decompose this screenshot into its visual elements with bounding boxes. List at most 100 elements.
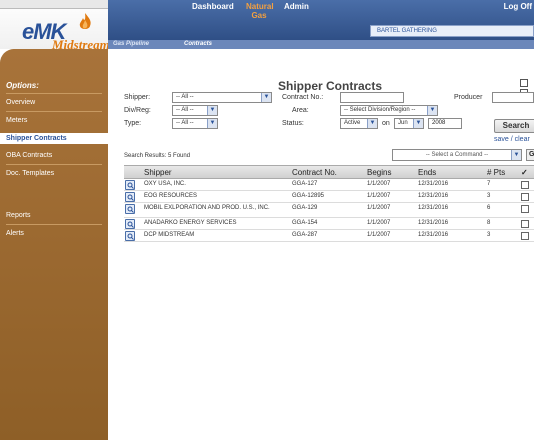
month-select-value: Jun <box>398 120 408 126</box>
divreg-select[interactable]: -- All -- ▼ <box>172 105 218 116</box>
producer-input[interactable] <box>492 92 534 103</box>
chevron-down-icon: ▼ <box>413 119 423 128</box>
sidebar-divider <box>6 224 102 225</box>
magnifier-icon[interactable] <box>125 204 135 214</box>
area-select[interactable]: -- Select Division/Region -- ▼ <box>340 105 438 116</box>
sidebar-title: Options: <box>6 81 39 90</box>
row-checkbox[interactable] <box>521 232 529 240</box>
contract-no-input[interactable] <box>340 92 404 103</box>
sidebar-item-oba-contracts[interactable]: OBA Contracts <box>6 152 52 159</box>
cell-pts: 7 <box>487 181 491 187</box>
cell-begins: 1/1/2007 <box>367 193 391 199</box>
save-clear-link[interactable]: save / clear <box>494 136 530 143</box>
table-row: MOBIL EXLPORATION AND PROD. U.S., INC. G… <box>124 203 534 218</box>
sidebar-divider <box>6 111 102 112</box>
chevron-down-icon: ▼ <box>511 150 521 160</box>
year-input-value: 2008 <box>432 120 446 126</box>
page-title: Shipper Contracts <box>278 79 383 93</box>
active-indicator-arrow <box>104 134 110 144</box>
cell-ends: 12/31/2016 <box>418 193 449 199</box>
cell-shipper: OXY USA, INC. <box>144 181 186 187</box>
header-check[interactable]: ✓ <box>521 168 528 177</box>
year-input[interactable]: 2008 <box>428 118 462 129</box>
cell-contract-no: GGA-12895 <box>292 193 325 199</box>
producer-label: Producer <box>454 94 483 101</box>
cell-ends: 12/31/2016 <box>418 220 449 226</box>
row-checkbox[interactable] <box>521 193 529 201</box>
sidebar-item-reports[interactable]: Reports <box>6 212 31 219</box>
sidebar-item-overview[interactable]: Overview <box>6 99 35 106</box>
type-select-value: -- All -- <box>176 120 194 126</box>
cell-contract-no: GGA-129 <box>292 205 318 211</box>
header-begins[interactable]: Begins <box>367 168 391 177</box>
row-checkbox[interactable] <box>521 181 529 189</box>
nav-log-off[interactable]: Log Off <box>504 2 532 11</box>
main-content: Shipper Contracts Shipper: -- All -- ▼ C… <box>118 49 534 440</box>
shipper-select-value: -- All -- <box>176 94 194 100</box>
chevron-down-icon: ▼ <box>207 119 217 128</box>
header-shipper[interactable]: Shipper <box>144 168 284 177</box>
cell-contract-no: GGA-154 <box>292 220 318 226</box>
sidebar-item-meters[interactable]: Meters <box>6 117 27 124</box>
sidebar-panel <box>0 49 108 440</box>
shipper-select[interactable]: -- All -- ▼ <box>172 92 272 103</box>
on-label: on <box>382 120 390 127</box>
command-select-value: -- Select a Command -- <box>425 152 489 158</box>
chevron-down-icon: ▼ <box>207 106 217 115</box>
sidebar-item-alerts[interactable]: Alerts <box>6 230 24 237</box>
flame-icon <box>79 13 91 29</box>
facility-select-value: BARTEL GATHERING <box>377 28 437 34</box>
nav-dashboard[interactable]: Dashboard <box>192 2 234 11</box>
cell-ends: 12/31/2016 <box>418 232 449 238</box>
nav-natural-gas[interactable]: Natural Gas <box>246 2 274 20</box>
status-select[interactable]: Active ▼ <box>340 118 378 129</box>
status-select-value: Active <box>344 120 361 126</box>
cell-ends: 12/31/2016 <box>418 205 449 211</box>
cell-pts: 6 <box>487 205 491 211</box>
header-pts[interactable]: # Pts <box>487 168 505 177</box>
header-contract-no[interactable]: Contract No. <box>292 168 337 177</box>
facility-select[interactable]: BARTEL GATHERING <box>370 25 534 37</box>
results-count: Search Results: 5 Found <box>124 153 191 159</box>
chevron-down-icon: ▼ <box>367 119 377 128</box>
chevron-down-icon: ▼ <box>427 106 437 115</box>
cell-shipper: EOG RESOURCES <box>144 193 198 199</box>
header: eMK Midstream Dashboard Natural Gas Admi… <box>0 0 534 52</box>
divreg-select-value: -- All -- <box>176 107 194 113</box>
logo: eMK Midstream <box>0 10 110 52</box>
print-icon[interactable] <box>520 79 528 87</box>
command-select[interactable]: -- Select a Command -- ▼ <box>392 149 522 161</box>
go-button[interactable]: Go <box>526 149 534 161</box>
type-select[interactable]: -- All -- ▼ <box>172 118 218 129</box>
magnifier-icon[interactable] <box>125 192 135 202</box>
magnifier-icon[interactable] <box>125 180 135 190</box>
contracts-table: Shipper Contract No. Begins Ends # Pts ✓… <box>124 165 534 242</box>
cell-shipper: ANADARKO ENERGY SERVICES <box>144 220 237 226</box>
cell-pts: 3 <box>487 193 491 199</box>
subnav-gas-pipeline[interactable]: Gas Pipeline <box>113 40 149 49</box>
search-button[interactable]: Search <box>494 119 534 133</box>
header-ends[interactable]: Ends <box>418 168 436 177</box>
magnifier-icon[interactable] <box>125 219 135 229</box>
sidebar-item-shipper-contracts[interactable]: Shipper Contracts <box>0 133 110 144</box>
area-label: Area: <box>292 107 309 114</box>
month-select[interactable]: Jun ▼ <box>394 118 424 129</box>
sidebar-item-doc-templates[interactable]: Doc. Templates <box>6 170 54 177</box>
magnifier-icon[interactable] <box>125 231 135 241</box>
shipper-label: Shipper: <box>124 94 151 101</box>
table-header: Shipper Contract No. Begins Ends # Pts ✓ <box>124 165 534 179</box>
cell-shipper: DCP MIDSTREAM <box>144 232 195 238</box>
row-checkbox[interactable] <box>521 220 529 228</box>
table-row: ANADARKO ENERGY SERVICES GGA-154 1/1/200… <box>124 218 534 230</box>
table-row: DCP MIDSTREAM GGA-287 1/1/2007 12/31/201… <box>124 230 534 242</box>
nav-admin[interactable]: Admin <box>284 2 309 11</box>
table-row: OXY USA, INC. GGA-127 1/1/2007 12/31/201… <box>124 179 534 191</box>
row-checkbox[interactable] <box>521 205 529 213</box>
table-row: EOG RESOURCES GGA-12895 1/1/2007 12/31/2… <box>124 191 534 203</box>
type-label: Type: <box>124 120 142 127</box>
subnav-contracts[interactable]: Contracts <box>184 40 212 49</box>
chevron-down-icon: ▼ <box>261 93 271 102</box>
sub-nav: Gas Pipeline Contracts <box>108 40 534 49</box>
cell-begins: 1/1/2007 <box>367 220 391 226</box>
status-label: Status: <box>282 120 304 127</box>
